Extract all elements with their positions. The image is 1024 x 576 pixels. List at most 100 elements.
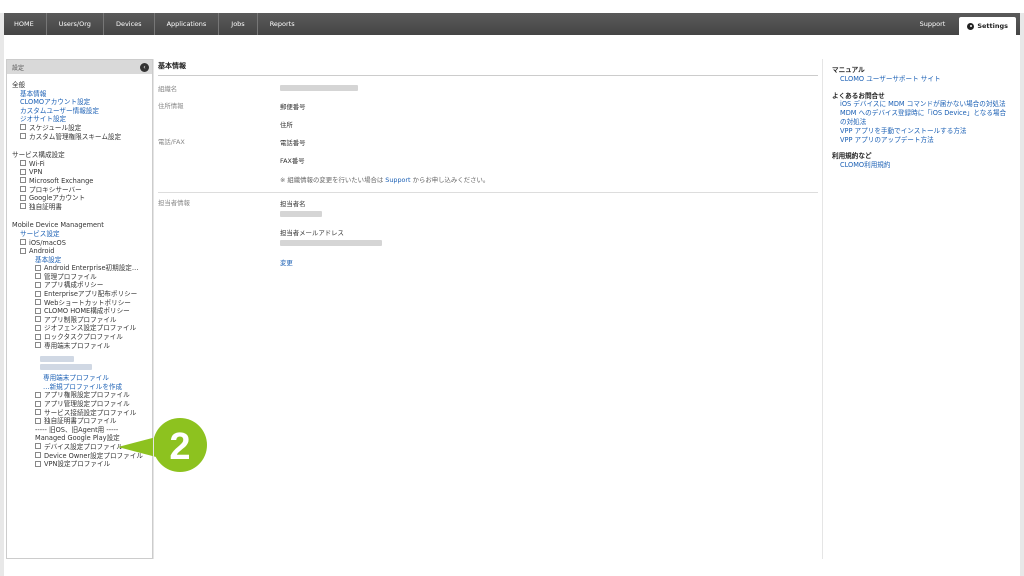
contact-email-label: 担当者メールアドレス	[280, 229, 344, 237]
sidebar-link-dedicated-profile[interactable]: 専用端末プロファイル	[12, 374, 148, 383]
top-nav: HOME Users/Org Devices Applications Jobs…	[4, 13, 1020, 35]
org-name-value	[280, 85, 358, 93]
postal-label: 郵便番号	[280, 103, 306, 111]
expand-icon[interactable]	[20, 177, 26, 184]
sidebar-link-clomo-account[interactable]: CLOMOアカウント設定	[20, 98, 90, 106]
expand-icon[interactable]	[20, 160, 26, 167]
nav-reports[interactable]: Reports	[258, 13, 307, 35]
nav-applications[interactable]: Applications	[155, 13, 220, 35]
sidebar-link-service-settings[interactable]: サービス設定	[20, 230, 60, 238]
sidebar-item-android[interactable]: Android	[29, 247, 55, 255]
sidebar-link-geosite[interactable]: ジオサイト設定	[20, 115, 66, 123]
expand-icon[interactable]	[35, 409, 41, 416]
expand-icon[interactable]	[35, 264, 41, 271]
expand-icon[interactable]	[35, 307, 41, 314]
sidebar-item-web-shortcut[interactable]: Webショートカットポリシー	[44, 299, 131, 307]
sidebar-item-exchange[interactable]: Microsoft Exchange	[29, 177, 93, 185]
org-change-note: ※ 組織情報の変更を行いたい場合は Support からお申し込みください。	[280, 175, 489, 184]
address-label: 住所情報	[158, 102, 184, 110]
expand-icon[interactable]	[20, 194, 26, 201]
nav-settings[interactable]: Settings	[959, 17, 1016, 35]
sidebar-item-enterprise-app[interactable]: Enterpriseアプリ配布ポリシー	[44, 290, 137, 298]
sidebar-item-device-settings[interactable]: デバイス設定プロファイル	[44, 443, 123, 451]
expand-icon[interactable]	[35, 391, 41, 398]
phone-label: 電話番号	[280, 139, 306, 147]
contact-name-label: 担当者名	[280, 200, 306, 208]
expand-icon[interactable]	[35, 281, 41, 288]
nav-users-org[interactable]: Users/Org	[47, 13, 104, 35]
nav-devices[interactable]: Devices	[104, 13, 155, 35]
expand-icon[interactable]	[35, 290, 41, 297]
redacted-item	[40, 356, 74, 363]
expand-icon[interactable]	[35, 316, 41, 323]
expand-icon[interactable]	[20, 168, 26, 175]
expand-icon[interactable]	[35, 400, 41, 407]
callout-number: 2	[169, 426, 190, 468]
sidebar-link-custom-user-info[interactable]: カスタムユーザー情報設定	[20, 107, 99, 115]
phone-fax-label: 電話/FAX	[158, 138, 185, 146]
redacted-value	[280, 240, 382, 246]
collapse-icon[interactable]	[35, 342, 41, 349]
sidebar-heading-mdm: Mobile Device Management	[12, 221, 104, 230]
expand-icon[interactable]	[20, 203, 26, 210]
sidebar-item-clomo-home[interactable]: CLOMO HOME構成ポリシー	[44, 307, 130, 315]
sidebar-heading-general: 全般	[12, 81, 26, 89]
expand-icon[interactable]	[20, 124, 26, 131]
sidebar-item-cert-profile[interactable]: 独自証明書プロファイル	[44, 417, 117, 425]
expand-icon[interactable]	[20, 239, 26, 245]
sidebar-link-android-basic[interactable]: 基本設定	[35, 256, 61, 264]
sidebar-link-basic-info[interactable]: 基本情報	[20, 90, 46, 98]
expand-icon[interactable]	[35, 460, 41, 467]
chevron-left-icon[interactable]: ‹	[140, 62, 149, 72]
sidebar-item-proxy[interactable]: プロキシサーバー	[29, 186, 82, 194]
faq-link-vpp-install[interactable]: VPP アプリを手動でインストールする方法	[832, 127, 1012, 136]
sidebar-item-app-config[interactable]: アプリ構成ポリシー	[44, 281, 103, 289]
sidebar-item-schedule[interactable]: スケジュール設定	[29, 124, 81, 132]
expand-icon[interactable]	[35, 443, 41, 450]
redacted-value	[280, 211, 322, 217]
nav-home[interactable]: HOME	[4, 13, 47, 35]
sidebar-item-wifi[interactable]: Wi-Fi	[29, 160, 45, 168]
sidebar-item-google-account[interactable]: Googleアカウント	[29, 194, 85, 202]
sidebar-item-managed-google-play[interactable]: Managed Google Play設定	[35, 434, 120, 442]
faq-link-ios-device[interactable]: MDM へのデバイス登録時に「iOS Device」となる場合の対処法	[832, 109, 1012, 127]
sidebar-item-ae-initial[interactable]: Android Enterprise初期設定…	[44, 264, 138, 272]
terms-link[interactable]: CLOMO利用規約	[832, 161, 1012, 170]
sidebar-item-app-restriction[interactable]: アプリ制限プロファイル	[44, 316, 117, 324]
help-panel: マニュアル CLOMO ユーザーサポート サイト よくあるお問合せ iOS デバ…	[832, 66, 1012, 170]
sidebar-item-managed-profile[interactable]: 管理プロファイル	[44, 273, 97, 281]
faq-link-vpp-update[interactable]: VPP アプリのアップデート方法	[832, 136, 1012, 145]
support-link[interactable]: Support	[385, 176, 410, 184]
expand-icon[interactable]	[20, 186, 26, 193]
redacted-item	[40, 364, 92, 371]
sidebar-item-ios-macos[interactable]: iOS/macOS	[29, 239, 66, 247]
expand-icon[interactable]	[35, 324, 41, 331]
change-link[interactable]: 変更	[280, 259, 293, 267]
frame-left	[0, 13, 4, 576]
collapse-icon[interactable]	[20, 247, 26, 254]
expand-icon[interactable]	[20, 133, 26, 140]
page-title: 基本情報	[158, 62, 186, 70]
expand-icon[interactable]	[35, 452, 41, 459]
nav-support[interactable]: Support	[906, 13, 960, 35]
sidebar-item-custom-permission[interactable]: カスタム管理権限スキーム設定	[29, 133, 121, 141]
title-divider	[158, 75, 818, 76]
nav-jobs[interactable]: Jobs	[219, 13, 258, 35]
sidebar-item-dedicated-device[interactable]: 専用端末プロファイル	[44, 342, 110, 350]
sidebar-item-vpn-profile[interactable]: VPN設定プロファイル	[44, 460, 110, 468]
address-field-label: 住所	[280, 121, 293, 129]
sidebar-item-app-permission[interactable]: アプリ権限設定プロファイル	[44, 391, 130, 399]
expand-icon[interactable]	[35, 273, 41, 280]
expand-icon[interactable]	[35, 333, 41, 340]
sidebar-item-app-management[interactable]: アプリ管理設定プロファイル	[44, 400, 130, 408]
sidebar-item-lock-task[interactable]: ロックタスクプロファイル	[44, 333, 123, 341]
expand-icon[interactable]	[35, 299, 41, 306]
sidebar-heading-service: サービス構成設定	[12, 151, 65, 160]
main-content: 基本情報 組織名 住所情報 郵便番号 住所 電話/FAX 電話番号 FAX番号 …	[158, 59, 818, 267]
expand-icon[interactable]	[35, 417, 41, 424]
sidebar-item-vpn[interactable]: VPN	[29, 168, 42, 176]
sidebar-item-geofence[interactable]: ジオフェンス設定プロファイル	[44, 324, 136, 332]
manual-link[interactable]: CLOMO ユーザーサポート サイト	[832, 75, 1012, 84]
faq-link-mdm-command[interactable]: iOS デバイスに MDM コマンドが届かない場合の対処法	[832, 100, 1012, 109]
sidebar-item-certificate[interactable]: 独自証明書	[29, 203, 62, 211]
